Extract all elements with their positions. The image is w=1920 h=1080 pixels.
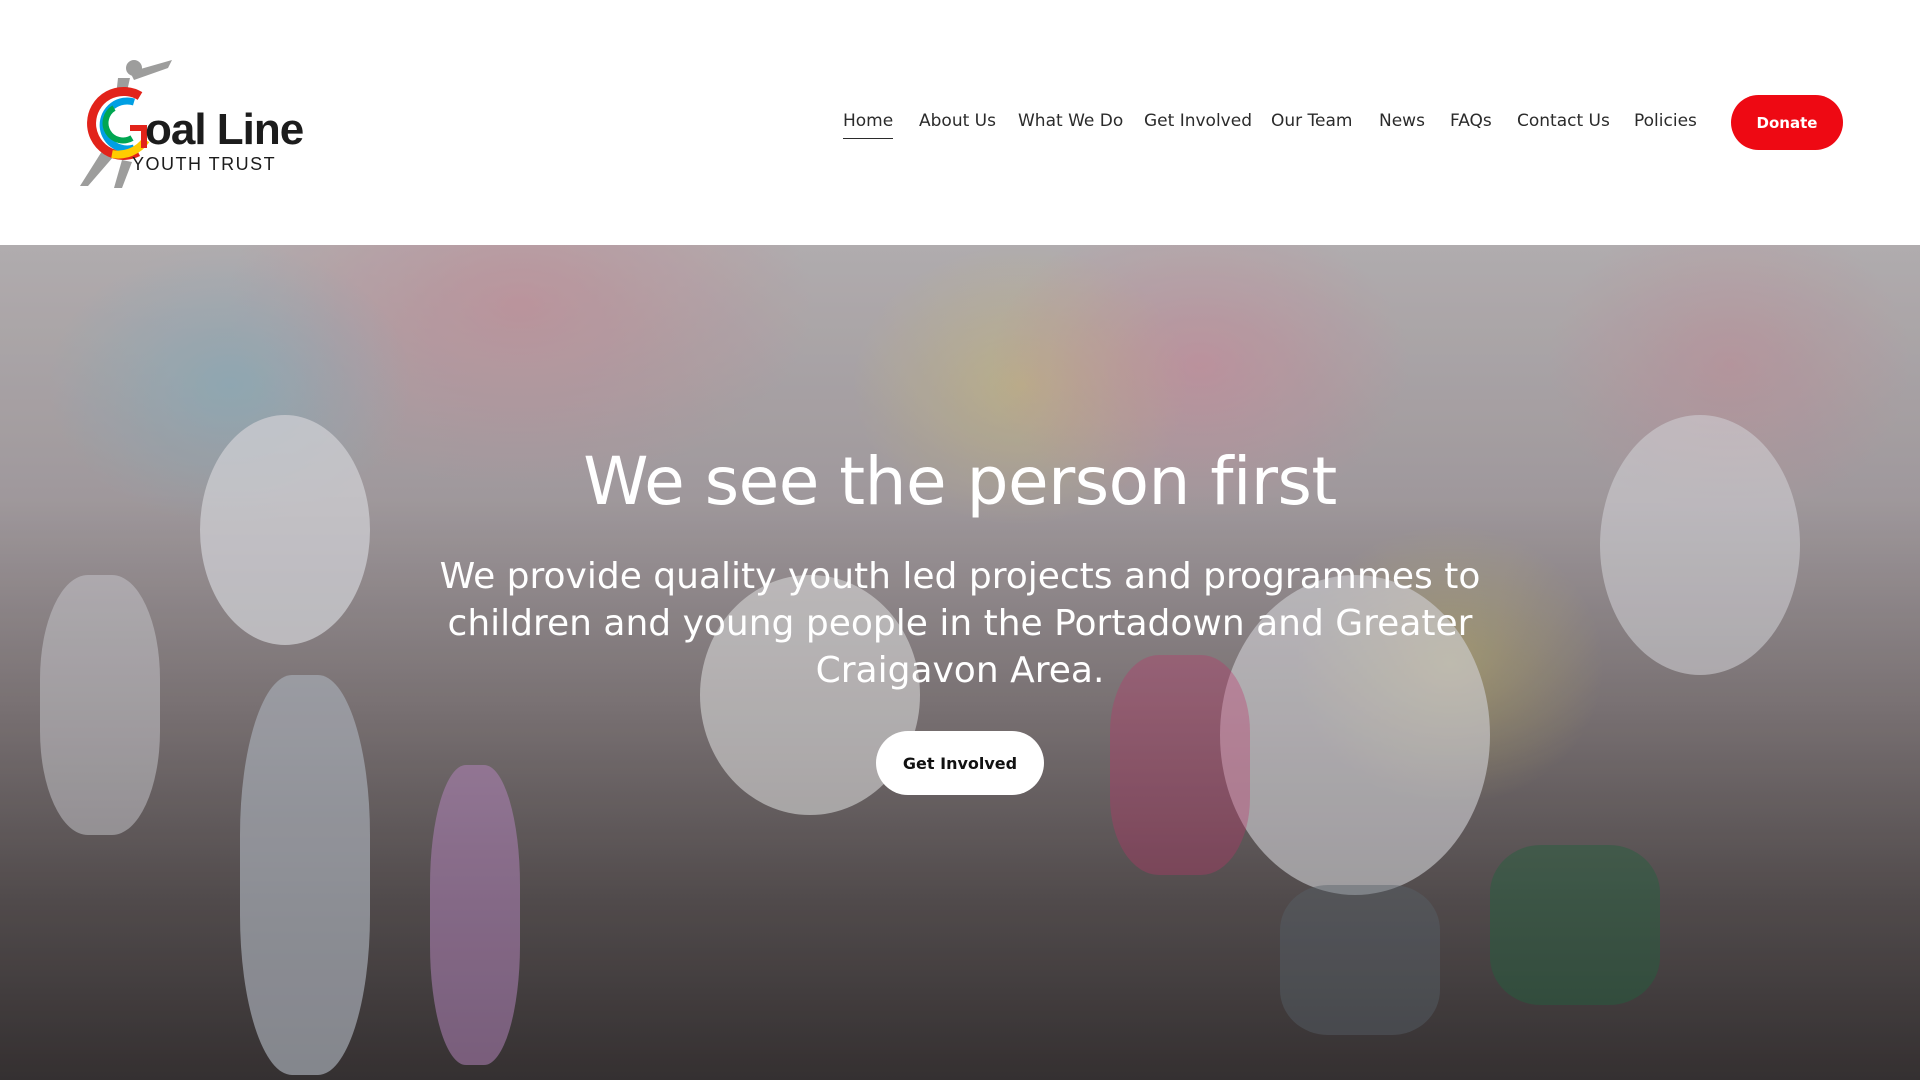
hero-subtitle: We provide quality youth led projects an… xyxy=(439,556,1481,691)
nav-item-get-involved[interactable]: Get Involved xyxy=(1144,108,1252,134)
nav-item-contact-us[interactable]: Contact Us xyxy=(1517,108,1610,134)
main-nav: Home About Us What We Do Get Involved Ou… xyxy=(0,108,1920,139)
get-involved-button[interactable]: Get Involved xyxy=(876,731,1044,795)
site-header: oal Line YOUTH TRUST Home About Us What … xyxy=(0,0,1920,245)
nav-item-about-us[interactable]: About Us xyxy=(919,108,996,134)
hero-section: We see the person first We provide quali… xyxy=(0,245,1920,1080)
nav-item-faqs[interactable]: FAQs xyxy=(1450,108,1492,134)
nav-item-what-we-do[interactable]: What We Do xyxy=(1018,108,1123,134)
hero-title: We see the person first xyxy=(583,443,1337,520)
donate-button[interactable]: Donate xyxy=(1731,95,1843,150)
nav-item-our-team[interactable]: Our Team xyxy=(1271,108,1352,134)
nav-item-policies[interactable]: Policies xyxy=(1634,108,1697,134)
nav-item-home[interactable]: Home xyxy=(843,108,894,139)
logo-subtitle: YOUTH TRUST xyxy=(132,154,277,174)
nav-item-news[interactable]: News xyxy=(1379,108,1425,134)
